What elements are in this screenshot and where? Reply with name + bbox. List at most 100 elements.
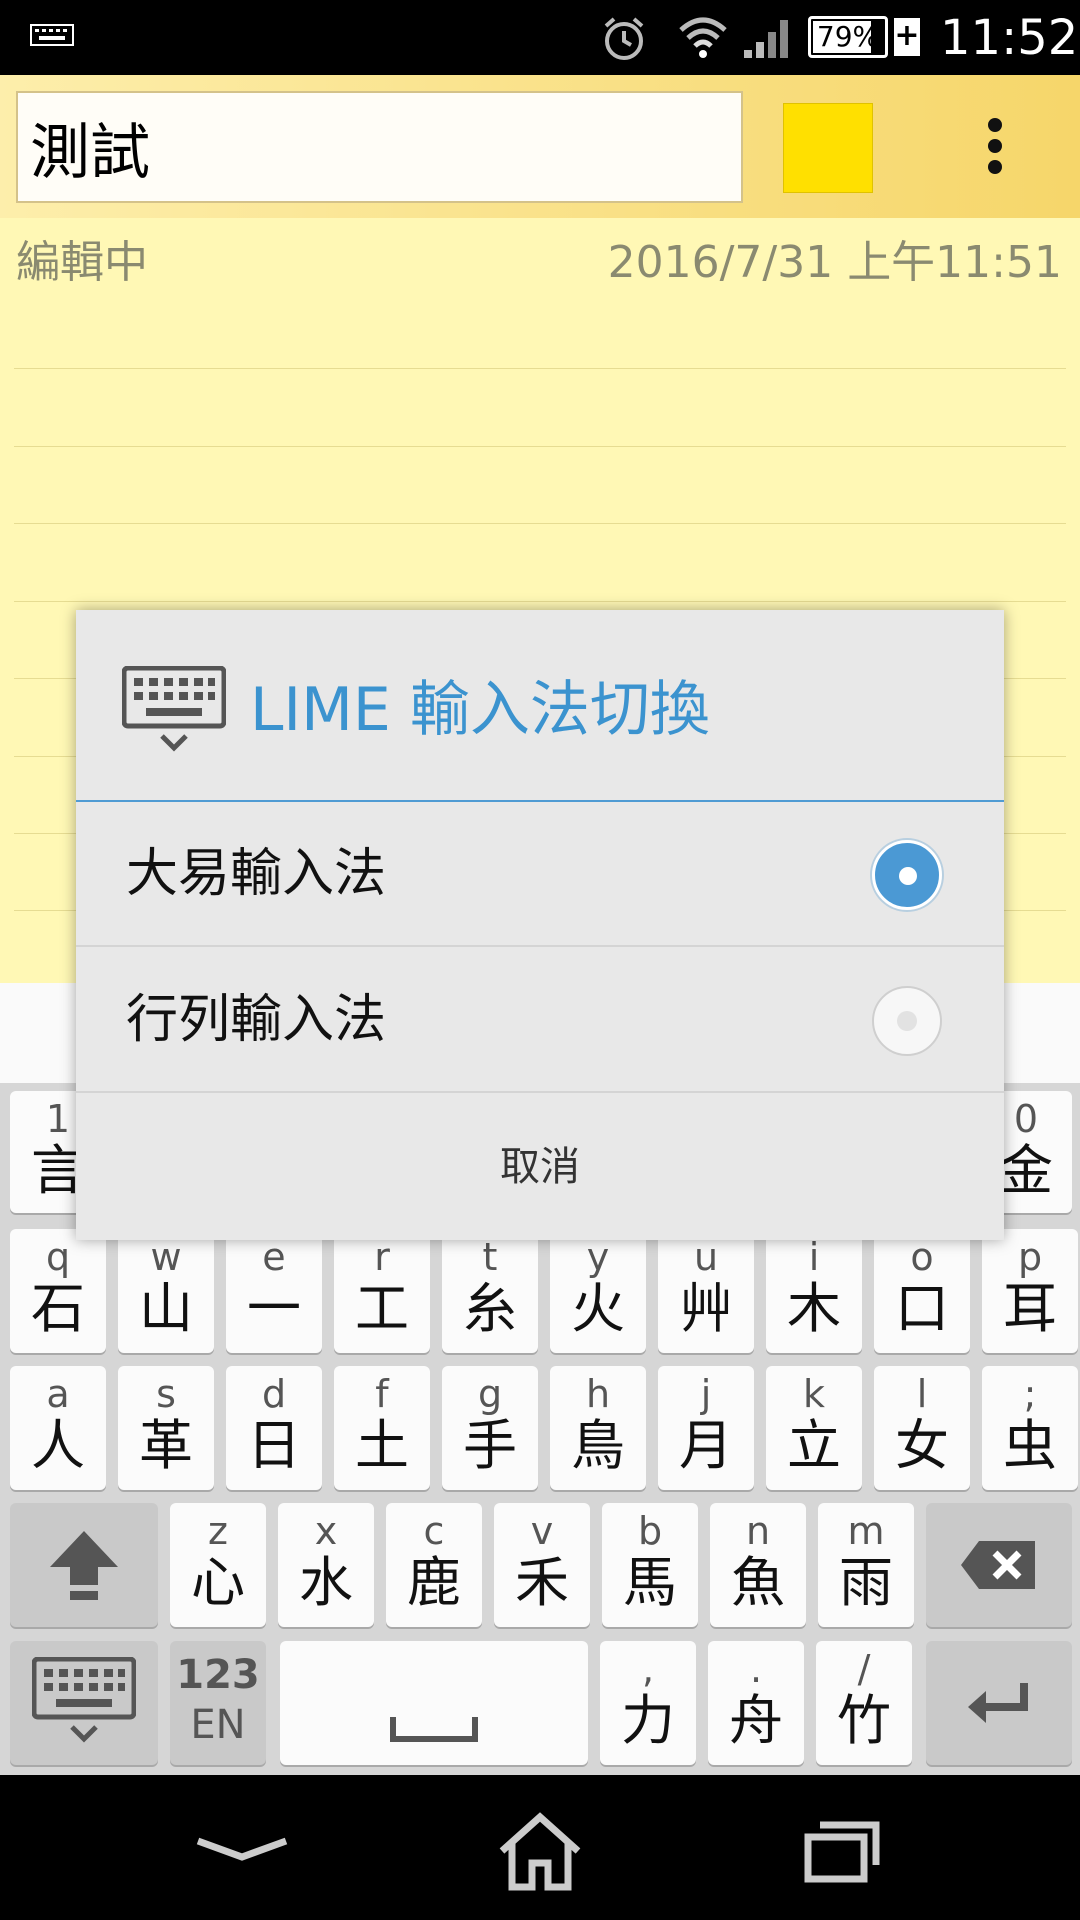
shift-icon	[50, 1531, 118, 1600]
input-method-dialog: LIME 輸入法切換 大易輸入法 行列輸入法 取消	[76, 610, 1004, 1240]
mode-key[interactable]: 123 EN	[170, 1641, 266, 1765]
key-radical: 虫	[1003, 1414, 1057, 1477]
key-y[interactable]: y火	[550, 1229, 646, 1353]
key-radical: 火	[571, 1277, 625, 1340]
key-radical: 心	[191, 1551, 245, 1614]
key-o[interactable]: o口	[874, 1229, 970, 1353]
key-v[interactable]: v禾	[494, 1503, 590, 1627]
key-a[interactable]: a人	[10, 1366, 106, 1490]
keyboard-icon	[30, 24, 74, 46]
key-q[interactable]: q石	[10, 1229, 106, 1353]
option-dayi[interactable]: 大易輸入法	[76, 802, 1004, 947]
key-punct-1[interactable]: .舟	[708, 1641, 804, 1765]
key-letter: m	[847, 1509, 885, 1553]
key-letter: n	[745, 1509, 771, 1553]
overflow-menu-icon[interactable]	[970, 113, 1020, 183]
key-letter: k	[802, 1372, 825, 1416]
key-radical: 雨	[839, 1551, 893, 1614]
key-j[interactable]: j月	[658, 1366, 754, 1490]
key-radical: 工	[355, 1277, 409, 1340]
navigation-bar	[0, 1775, 1080, 1920]
keyboard-switch-key[interactable]	[10, 1641, 158, 1765]
key-l[interactable]: l女	[874, 1366, 970, 1490]
key-radical: 山	[139, 1277, 193, 1340]
status-clock: 11:52	[940, 10, 1079, 66]
key-radical: 人	[31, 1414, 85, 1477]
key-letter: z	[208, 1509, 228, 1553]
key-letter: ;	[1023, 1372, 1037, 1416]
key-t[interactable]: t糸	[442, 1229, 538, 1353]
key-w[interactable]: w山	[118, 1229, 214, 1353]
key-letter: c	[423, 1509, 445, 1553]
key-letter: p	[1017, 1235, 1043, 1279]
battery-percent: 79%	[816, 20, 880, 53]
key-g[interactable]: g手	[442, 1366, 538, 1490]
key-letter: r	[374, 1235, 390, 1279]
option-array[interactable]: 行列輸入法	[76, 948, 1004, 1093]
key-radical: 舟	[729, 1689, 783, 1752]
cancel-button[interactable]: 取消	[76, 1094, 1004, 1240]
key-radical: 立	[787, 1414, 841, 1477]
key-radical: 手	[463, 1414, 517, 1477]
radio-unselected[interactable]	[872, 986, 942, 1056]
key-letter: s	[156, 1372, 176, 1416]
key-radical: 土	[355, 1414, 409, 1477]
key-radical: 一	[247, 1277, 301, 1340]
key-punct-0[interactable]: ,力	[600, 1641, 696, 1765]
backspace-key[interactable]	[926, 1503, 1072, 1627]
key-letter: u	[693, 1235, 719, 1279]
note-title-field[interactable]	[16, 91, 743, 203]
key-letter: t	[482, 1235, 498, 1279]
key-n[interactable]: n魚	[710, 1503, 806, 1627]
mode-label-top: 123	[176, 1652, 260, 1698]
shift-key[interactable]	[10, 1503, 158, 1627]
key-punct-2[interactable]: / 竹	[816, 1641, 912, 1765]
key-radical: 口	[895, 1277, 949, 1340]
dialog-header: LIME 輸入法切換	[76, 610, 1004, 802]
backspace-icon	[961, 1541, 1035, 1589]
key-letter: y	[586, 1235, 610, 1279]
status-bar: 79% + 11:52	[0, 0, 1080, 75]
note-timestamp: 2016/7/31 上午11:51	[607, 237, 1062, 288]
key-r[interactable]: r工	[334, 1229, 430, 1353]
keyboard-icon	[31, 1656, 137, 1743]
recents-icon[interactable]	[780, 1805, 900, 1895]
key-d[interactable]: d日	[226, 1366, 322, 1490]
key-e[interactable]: e一	[226, 1229, 322, 1353]
key-c[interactable]: c鹿	[386, 1503, 482, 1627]
option-label: 大易輸入法	[126, 844, 387, 904]
enter-key[interactable]	[926, 1641, 1072, 1765]
key-p[interactable]: p耳	[982, 1229, 1078, 1353]
color-picker-button[interactable]	[783, 103, 873, 193]
key-x[interactable]: x水	[278, 1503, 374, 1627]
key-h[interactable]: h鳥	[550, 1366, 646, 1490]
back-icon[interactable]	[182, 1805, 302, 1895]
key-radical: 木	[787, 1277, 841, 1340]
radio-selected[interactable]	[872, 840, 942, 910]
space-key[interactable]	[280, 1641, 588, 1765]
key-z[interactable]: z心	[170, 1503, 266, 1627]
key-i[interactable]: i木	[766, 1229, 862, 1353]
key-letter: b	[637, 1509, 663, 1553]
key-u[interactable]: u艸	[658, 1229, 754, 1353]
key-m[interactable]: m雨	[818, 1503, 914, 1627]
note-header	[0, 75, 1080, 218]
edit-status: 編輯中	[16, 237, 148, 288]
dialog-title: LIME 輸入法切換	[250, 675, 710, 745]
key-k[interactable]: k立	[766, 1366, 862, 1490]
key-s[interactable]: s革	[118, 1366, 214, 1490]
key-f[interactable]: f土	[334, 1366, 430, 1490]
note-title-input[interactable]	[18, 93, 741, 201]
mode-label-bottom: EN	[190, 1702, 246, 1748]
key-letter: ,	[641, 1647, 655, 1691]
ruled-line	[14, 368, 1066, 369]
key-letter: h	[585, 1372, 611, 1416]
key-letter: d	[261, 1372, 287, 1416]
key-letter: v	[530, 1509, 554, 1553]
home-icon[interactable]	[480, 1805, 600, 1895]
key-radical: 竹	[837, 1689, 891, 1752]
keyboard-icon	[122, 666, 226, 752]
key-b[interactable]: b馬	[602, 1503, 698, 1627]
key-;[interactable]: ; 虫	[982, 1366, 1078, 1490]
key-letter: .	[749, 1647, 763, 1691]
